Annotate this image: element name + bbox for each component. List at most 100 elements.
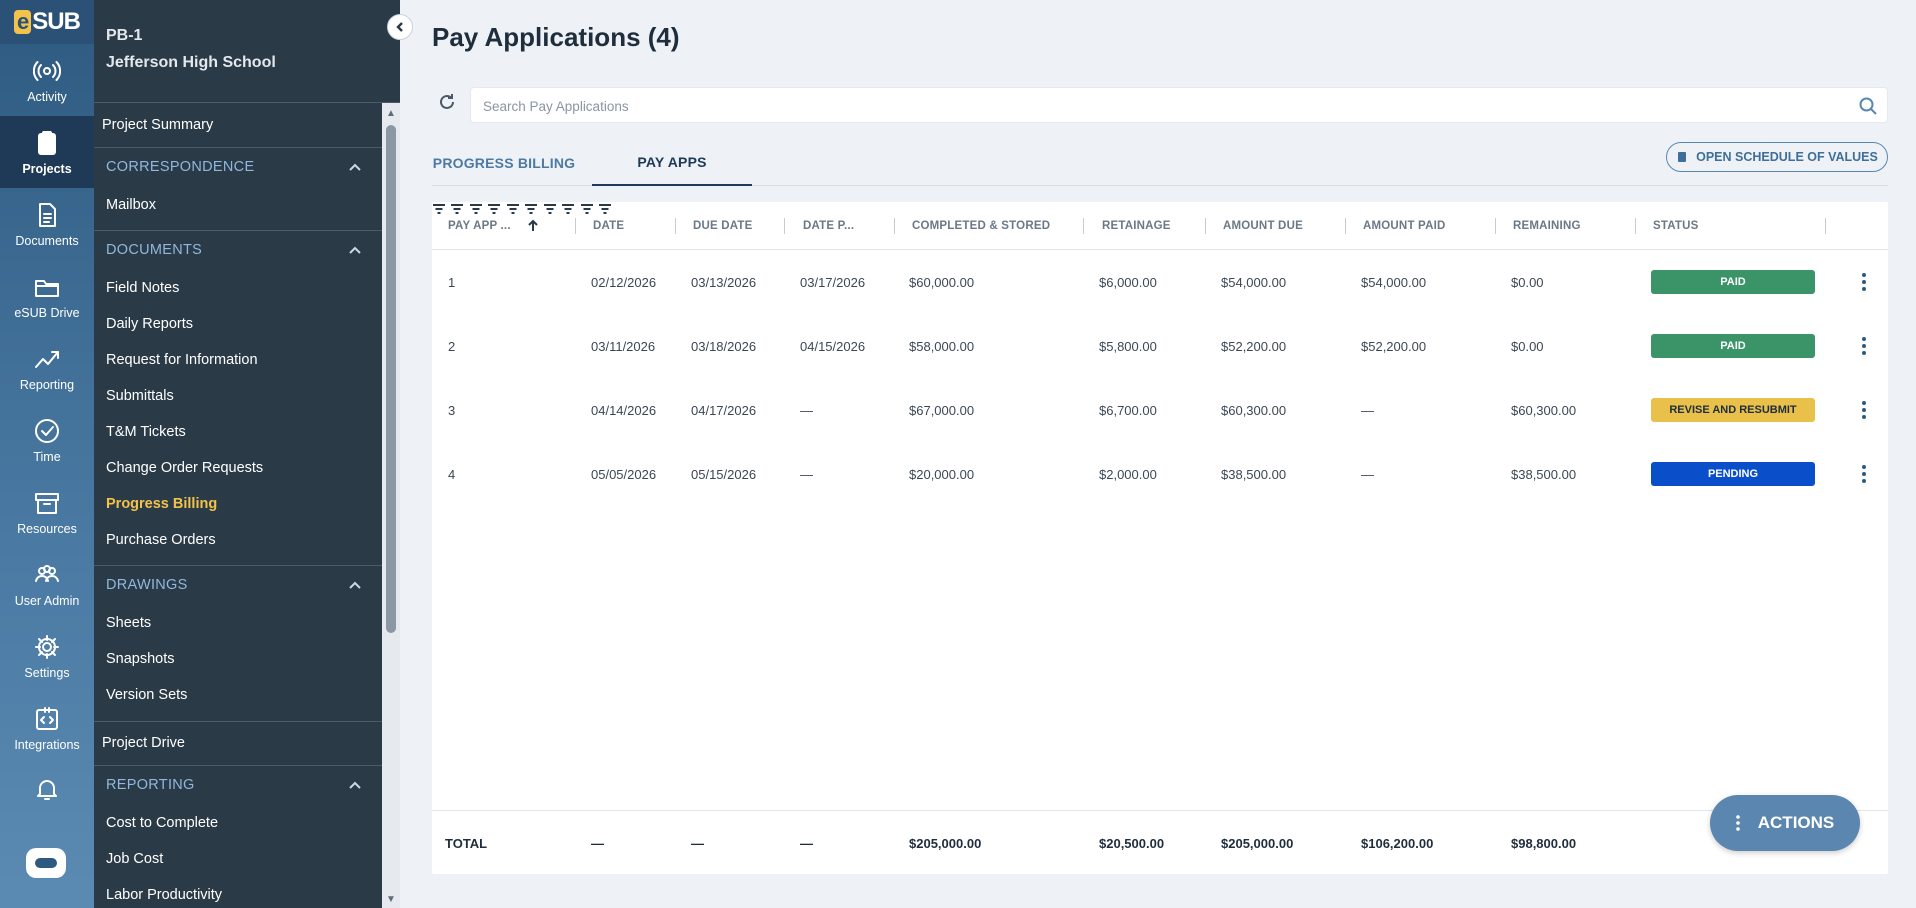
column-separator[interactable] — [894, 218, 895, 234]
users-icon — [35, 564, 59, 582]
nav-sheets[interactable]: Sheets — [94, 605, 382, 641]
rail-item-settings[interactable]: Settings — [0, 620, 94, 692]
rail-item-integrations[interactable]: Integrations — [0, 692, 94, 764]
search-input[interactable] — [483, 96, 1833, 116]
row-menu-button[interactable] — [1852, 398, 1876, 422]
rail-item-resources[interactable]: Resources — [0, 476, 94, 548]
table-row[interactable]: 1 02/12/2026 03/13/2026 03/17/2026 $60,0… — [432, 250, 1888, 314]
column-header-amount-paid[interactable]: AMOUNT PAID — [1363, 202, 1445, 250]
column-header-completed-stored[interactable]: COMPLETED & STORED — [912, 202, 1050, 250]
rail-item-documents[interactable]: Documents — [0, 188, 94, 260]
column-separator[interactable] — [784, 218, 785, 234]
nav-version-sets[interactable]: Version Sets — [94, 677, 382, 713]
filter-icon[interactable] — [432, 203, 446, 220]
rail-item-user-admin[interactable]: User Admin — [0, 548, 94, 620]
code-icon — [36, 706, 58, 730]
rail-label: User Admin — [14, 593, 80, 608]
collapse-sidebar-button[interactable] — [387, 14, 413, 40]
column-separator[interactable] — [1635, 218, 1636, 234]
section-reporting[interactable]: REPORTING — [94, 765, 382, 803]
column-header-date[interactable]: DATE — [593, 202, 624, 250]
rail-label: Projects — [22, 161, 72, 176]
filter-icon[interactable] — [524, 203, 538, 220]
notifications-button[interactable] — [0, 764, 94, 814]
nav-progress-billing[interactable]: Progress Billing — [94, 486, 382, 522]
row-menu-button[interactable] — [1852, 462, 1876, 486]
rail-item-time[interactable]: Time — [0, 404, 94, 476]
nav-project-drive[interactable]: Project Drive — [94, 725, 382, 761]
rail-item-activity[interactable]: Activity — [0, 44, 94, 116]
open-schedule-of-values-button[interactable]: OPEN SCHEDULE OF VALUES — [1666, 142, 1888, 172]
nav-labor-productivity[interactable]: Labor Productivity — [94, 877, 382, 908]
cell-retainage: $6,000.00 — [1099, 274, 1157, 290]
cell-amount-paid: $54,000.00 — [1361, 274, 1427, 290]
nav-project-summary[interactable]: Project Summary — [94, 107, 382, 143]
tab-progress-billing[interactable]: PROGRESS BILLING — [432, 140, 576, 186]
scroll-up-arrow[interactable]: ▲ — [384, 108, 398, 120]
scroll-down-arrow[interactable]: ▼ — [384, 894, 398, 906]
column-header-date-paid[interactable]: DATE P... — [803, 202, 854, 250]
nav-field-notes[interactable]: Field Notes — [94, 270, 382, 306]
esub-logo[interactable]: e SUB — [0, 0, 94, 44]
table-row[interactable]: 4 05/05/2026 05/15/2026 — $20,000.00 $2,… — [432, 442, 1888, 506]
column-separator[interactable] — [575, 218, 576, 234]
nav-rfi[interactable]: Request for Information — [94, 342, 382, 378]
chevron-left-icon — [396, 22, 403, 32]
nav-daily-reports[interactable]: Daily Reports — [94, 306, 382, 342]
nav-purchase-orders[interactable]: Purchase Orders — [94, 522, 382, 558]
column-separator[interactable] — [1083, 218, 1084, 234]
nav-submittals[interactable]: Submittals — [94, 378, 382, 414]
nav-cost-to-complete[interactable]: Cost to Complete — [94, 805, 382, 841]
rail-item-projects[interactable]: Projects — [0, 116, 94, 188]
section-drawings[interactable]: DRAWINGS — [94, 565, 382, 603]
actions-button[interactable]: ACTIONS — [1710, 795, 1860, 851]
filter-icon[interactable] — [580, 203, 594, 220]
section-title: DOCUMENTS — [106, 241, 203, 258]
column-separator[interactable] — [675, 218, 676, 234]
total-retainage: $20,500.00 — [1099, 835, 1165, 851]
column-label: AMOUNT DUE — [1223, 220, 1303, 232]
folder-icon — [35, 279, 59, 297]
table-row[interactable]: 2 03/11/2026 03/18/2026 04/15/2026 $58,0… — [432, 314, 1888, 378]
column-label: DATE P... — [803, 220, 855, 232]
nav-tm-tickets[interactable]: T&M Tickets — [94, 414, 382, 450]
row-menu-button[interactable] — [1852, 334, 1876, 358]
section-correspondence[interactable]: CORRESPONDENCE — [94, 147, 382, 185]
nav-snapshots[interactable]: Snapshots — [94, 641, 382, 677]
column-separator[interactable] — [1825, 218, 1826, 234]
status-badge: REVISE AND RESUBMIT — [1651, 398, 1815, 422]
refresh-button[interactable] — [437, 92, 457, 112]
column-header-retainage[interactable]: RETAINAGE — [1102, 202, 1171, 250]
more-vertical-icon — [1862, 273, 1866, 291]
sov-button-label: OPEN SCHEDULE OF VALUES — [1696, 150, 1878, 164]
search-icon[interactable] — [1859, 97, 1877, 115]
filter-icon[interactable] — [561, 203, 575, 220]
row-menu-button[interactable] — [1852, 270, 1876, 294]
sidebar-scroll-thumb[interactable] — [386, 125, 396, 633]
column-label: STATUS — [1653, 220, 1699, 232]
cell-completed: $60,000.00 — [909, 274, 975, 290]
column-header-status[interactable]: STATUS — [1653, 202, 1699, 250]
column-header-remaining[interactable]: REMAINING — [1513, 202, 1581, 250]
sort-ascending-icon[interactable] — [526, 219, 540, 233]
nav-change-order-requests[interactable]: Change Order Requests — [94, 450, 382, 486]
pay-apps-table: PAY APP ... DATE DUE DATE DATE P... COMP… — [432, 202, 1888, 874]
page-title: Pay Applications (4) — [432, 22, 680, 52]
column-header-pay-app[interactable]: PAY APP ... — [448, 202, 511, 250]
chat-button[interactable] — [26, 848, 66, 878]
rail-item-esub-drive[interactable]: eSUB Drive — [0, 260, 94, 332]
column-separator[interactable] — [1345, 218, 1346, 234]
tab-pay-apps[interactable]: PAY APPS — [592, 140, 752, 186]
section-documents[interactable]: DOCUMENTS — [94, 230, 382, 268]
section-title: DRAWINGS — [106, 576, 188, 593]
nav-job-cost[interactable]: Job Cost — [94, 841, 382, 877]
column-separator[interactable] — [1495, 218, 1496, 234]
archive-icon — [35, 492, 59, 514]
filter-icon[interactable] — [543, 203, 557, 220]
column-separator[interactable] — [1205, 218, 1206, 234]
rail-item-reporting[interactable]: Reporting — [0, 332, 94, 404]
table-row[interactable]: 3 04/14/2026 04/17/2026 — $67,000.00 $6,… — [432, 378, 1888, 442]
column-header-due-date[interactable]: DUE DATE — [693, 202, 753, 250]
column-header-amount-due[interactable]: AMOUNT DUE — [1223, 202, 1303, 250]
nav-mailbox[interactable]: Mailbox — [94, 187, 382, 223]
